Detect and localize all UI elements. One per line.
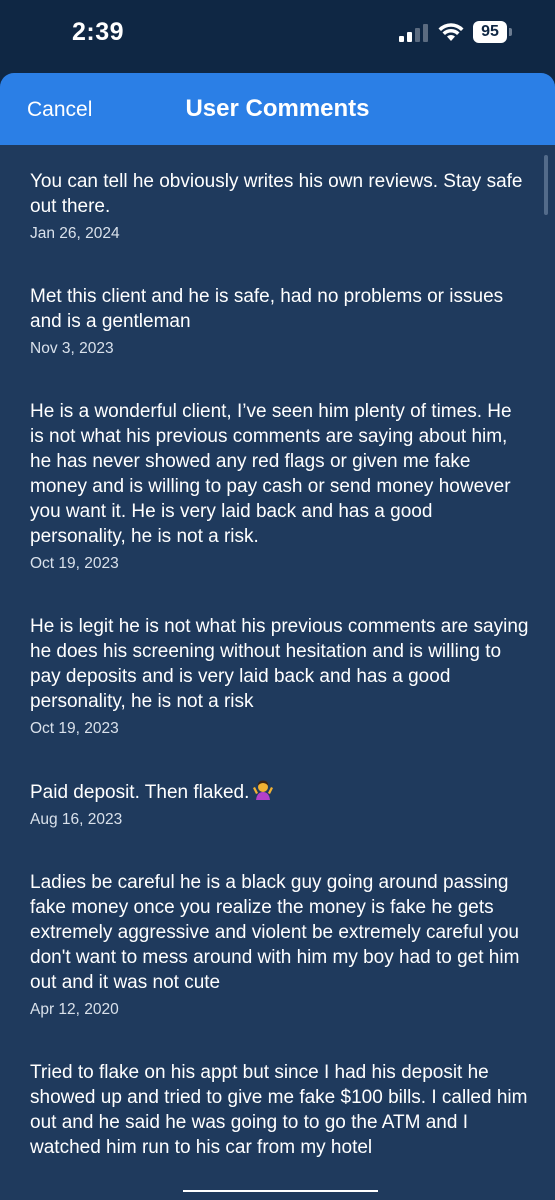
comment-item: Ladies be careful he is a black guy goin… xyxy=(30,870,530,1019)
comment-text: Tried to flake on his appt but since I h… xyxy=(30,1062,528,1158)
comment-item: Paid deposit. Then flaked. Aug 16, 2023 xyxy=(30,779,530,829)
comment-item: He is legit he is not what his previous … xyxy=(30,614,530,738)
comment-text: He is a wonderful client, I’ve seen him … xyxy=(30,401,512,547)
comment-text: Paid deposit. Then flaked. xyxy=(30,782,250,803)
comment-date: Aug 16, 2023 xyxy=(30,811,123,828)
status-bar: 2:39 95 xyxy=(0,0,555,70)
comment-date: Jan 26, 2024 xyxy=(30,225,120,242)
comment-date: Nov 3, 2023 xyxy=(30,340,114,357)
comment-item: He is a wonderful client, I’ve seen him … xyxy=(30,399,530,573)
wifi-icon xyxy=(438,23,464,41)
comment-text: He is legit he is not what his previous … xyxy=(30,616,529,712)
battery-indicator: 95 xyxy=(473,21,507,43)
woman-shrugging-icon xyxy=(253,780,274,800)
cancel-button[interactable]: Cancel xyxy=(27,98,92,122)
strikethrough-mark xyxy=(183,1190,378,1192)
comment-date: Oct 19, 2023 xyxy=(30,555,119,572)
comments-list: You can tell he obviously writes his own… xyxy=(30,169,530,1200)
nav-bar: User Comments Cancel xyxy=(0,73,555,145)
comment-item: Met this client and he is safe, had no p… xyxy=(30,284,530,358)
comment-date: Oct 19, 2023 xyxy=(30,720,119,737)
comment-text: Met this client and he is safe, had no p… xyxy=(30,286,504,332)
cellular-signal-icon xyxy=(399,24,428,42)
scroll-indicator[interactable] xyxy=(544,155,548,215)
comment-text: Ladies be careful he is a black guy goin… xyxy=(30,872,520,993)
comments-sheet: User Comments Cancel You can tell he obv… xyxy=(0,73,555,1200)
comment-item: Tried to flake on his appt but since I h… xyxy=(30,1060,530,1160)
comment-item: You can tell he obviously writes his own… xyxy=(30,169,530,243)
comment-text-line: Paid deposit. Then flaked. xyxy=(30,779,530,805)
battery-tip xyxy=(509,28,512,36)
status-time: 2:39 xyxy=(72,18,125,46)
comment-date: Apr 12, 2020 xyxy=(30,1001,119,1018)
comment-text: You can tell he obviously writes his own… xyxy=(30,171,523,217)
